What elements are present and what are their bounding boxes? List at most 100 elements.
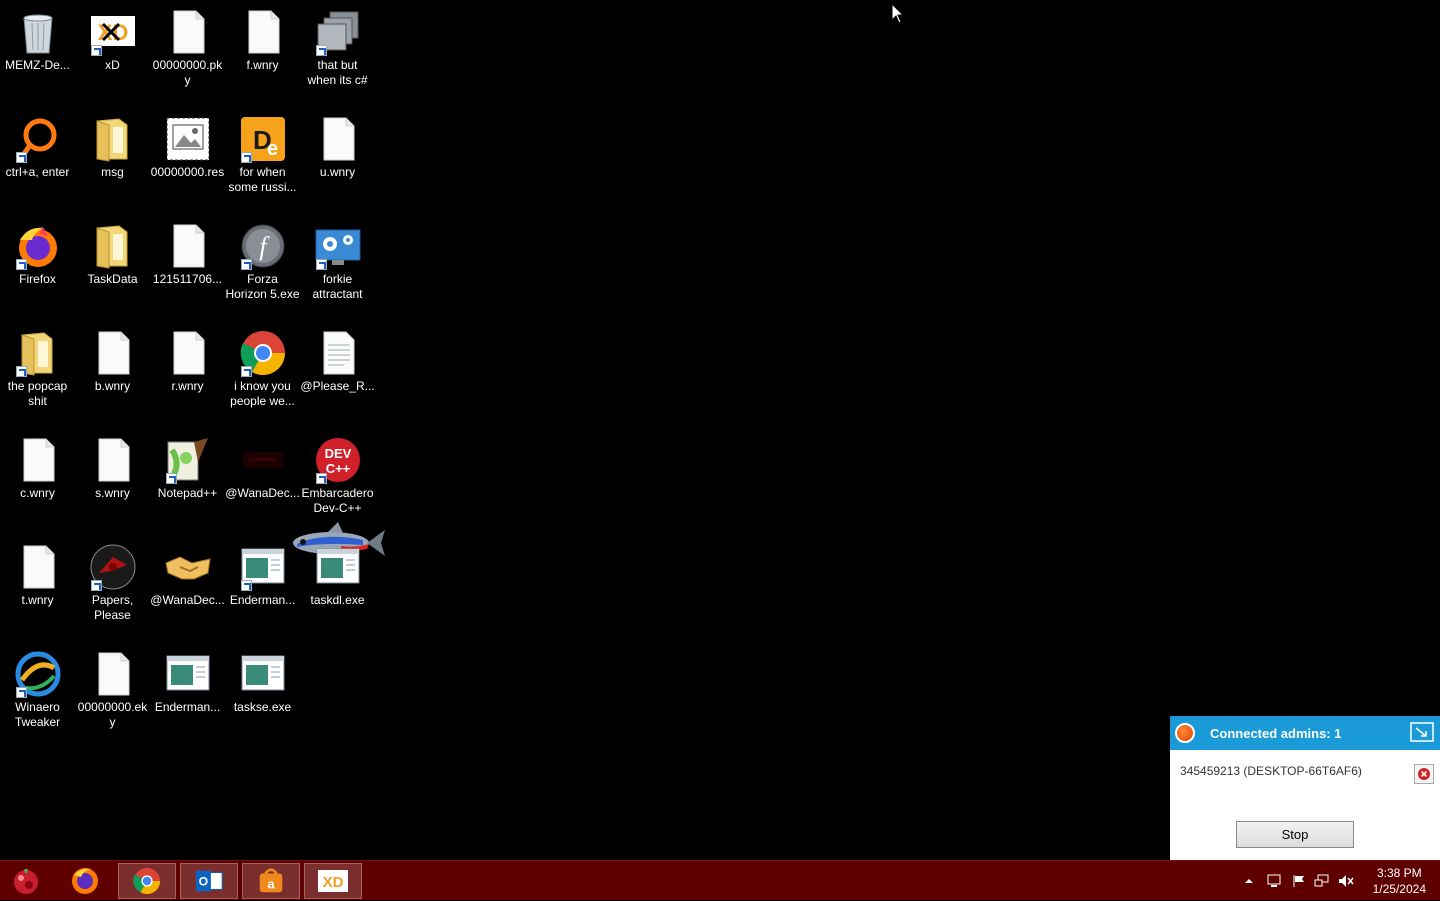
- image-file-icon: [164, 115, 212, 163]
- desktop-icon[interactable]: De for when some russi...: [225, 107, 300, 214]
- folder-icon: [14, 329, 62, 377]
- desktop-icon[interactable]: 00000000.pky: [150, 0, 225, 107]
- desktop-icon[interactable]: forkie attractant: [300, 214, 375, 321]
- clock-time: 3:38 PM: [1376, 866, 1422, 880]
- tray-network-card-icon[interactable]: [1264, 861, 1284, 901]
- panel-title: Connected admins: 1: [1210, 725, 1342, 741]
- desktop-icon-label: taskdl.exe: [310, 593, 365, 607]
- show-hidden-icons-button[interactable]: [1241, 861, 1257, 901]
- desktop-icon[interactable]: taskse.exe: [225, 642, 300, 749]
- start-orb-icon: [14, 869, 38, 894]
- text-file-icon: [314, 329, 362, 377]
- desktop-icon[interactable]: f.wnry: [225, 0, 300, 107]
- taskbar-xd-button[interactable]: XD: [304, 863, 362, 899]
- desktop-icon[interactable]: b.wnry: [75, 321, 150, 428]
- svg-text:C++: C++: [325, 461, 350, 476]
- shortcut-arrow-icon: [15, 152, 27, 163]
- exe-window-icon: [164, 650, 212, 698]
- firefox-icon: [14, 222, 62, 270]
- exe-window-icon: [239, 650, 287, 698]
- desktop-icon[interactable]: Winaero Tweaker: [0, 642, 75, 749]
- desktop-icon[interactable]: DEV C++ Embarcadero Dev-C++: [300, 428, 375, 535]
- xd-icon: XD: [89, 8, 137, 56]
- status-dot-icon: [1175, 723, 1195, 743]
- desktop-icon-label: 00000000.res: [150, 165, 225, 179]
- desktop-icon[interactable]: taskdl.exe: [300, 535, 375, 642]
- desktop-icon[interactable]: t.wnry: [0, 535, 75, 642]
- desktop-icon[interactable]: MEMZ-De...: [0, 0, 75, 107]
- devcpp-icon: DEV C++: [314, 436, 362, 484]
- winaero-icon: [14, 650, 62, 698]
- session-row: 345459213 (DESKTOP-66T6AF6): [1170, 750, 1440, 800]
- installer-icon: a: [259, 868, 283, 893]
- svg-text:DEV: DEV: [324, 446, 351, 461]
- desktop-icon[interactable]: 121511706...: [150, 214, 225, 321]
- desktop-icon[interactable]: the popcap shit: [0, 321, 75, 428]
- desktop-icon[interactable]: @Please_R...: [300, 321, 375, 428]
- desktop-icon[interactable]: Firefox: [0, 214, 75, 321]
- xd-icon: XD: [318, 870, 348, 892]
- desktop-icon[interactable]: 00000000.eky: [75, 642, 150, 749]
- folder-icon: [89, 222, 137, 270]
- stop-button[interactable]: Stop: [1236, 821, 1354, 848]
- file-icon: [314, 115, 362, 163]
- system-clock[interactable]: 3:38 PM 1/25/2024: [1373, 865, 1426, 897]
- file-icon: [89, 329, 137, 377]
- chevron-up-icon: [1245, 879, 1253, 883]
- desktop-icon[interactable]: Enderman...: [150, 642, 225, 749]
- desktop-icon[interactable]: that but when its c#: [300, 0, 375, 107]
- device-icon: [1267, 874, 1281, 887]
- desktop-icon[interactable]: TaskData: [75, 214, 150, 321]
- desktop-icon-label: f.wnry: [246, 58, 279, 72]
- desktop-icon-label: Winaero Tweaker: [14, 700, 61, 729]
- desktop-icon-label: c.wnry: [20, 486, 55, 500]
- svg-text:XD: XD: [323, 874, 344, 891]
- shortcut-arrow-icon: [90, 580, 102, 591]
- close-icon: [1418, 768, 1430, 780]
- desktop-icon[interactable]: @WanaDec...: [150, 535, 225, 642]
- chrome-icon: [239, 329, 287, 377]
- desktop-icon[interactable]: Enderman...: [225, 535, 300, 642]
- flash-icon: f: [239, 222, 287, 270]
- desktop-icon[interactable]: Notepad++: [150, 428, 225, 535]
- desktop-icon[interactable]: r.wnry: [150, 321, 225, 428]
- desktop-icon[interactable]: msg: [75, 107, 150, 214]
- recycle-bin-icon: [14, 8, 62, 56]
- desktop-icon[interactable]: XD xD: [75, 0, 150, 107]
- start-button[interactable]: [4, 863, 48, 899]
- shortcut-arrow-icon: [315, 259, 327, 270]
- desktop-icon[interactable]: ctrl+a, enter: [0, 107, 75, 214]
- tray-volume-icon[interactable]: [1336, 861, 1356, 901]
- desktop-icon[interactable]: c.wnry: [0, 428, 75, 535]
- desktop-icon[interactable]: i know you people we...: [225, 321, 300, 428]
- expand-window-icon[interactable]: [1410, 722, 1434, 742]
- file-icon: [164, 329, 212, 377]
- shortcut-arrow-icon: [90, 45, 102, 56]
- file-icon: [164, 222, 212, 270]
- clock-date: 1/25/2024: [1372, 882, 1426, 896]
- desktop-icon-label: @Please_R...: [300, 379, 375, 393]
- desktop-icon[interactable]: Papers, Please: [75, 535, 150, 642]
- desktop-icon[interactable]: s.wnry: [75, 428, 150, 535]
- exe-window-icon: [239, 543, 287, 591]
- desktop-icon-label: 00000000.pky: [152, 58, 223, 87]
- tray-network-icon[interactable]: [1312, 861, 1332, 901]
- file-icon: [89, 436, 137, 484]
- taskbar-installer-button[interactable]: a: [242, 863, 300, 899]
- taskbar-outlook-button[interactable]: O: [180, 863, 238, 899]
- desktop-icon-label: that but when its c#: [307, 58, 368, 87]
- tray-flag-icon[interactable]: [1289, 861, 1309, 901]
- desktop-icon[interactable]: 00000000.res: [150, 107, 225, 214]
- taskbar-firefox-button[interactable]: [56, 863, 114, 899]
- firefox-icon: [72, 868, 98, 894]
- file-icon: [89, 650, 137, 698]
- disconnect-button[interactable]: [1414, 764, 1434, 784]
- taskbar-chrome-button[interactable]: [118, 863, 176, 899]
- network-icon: [1314, 874, 1329, 887]
- svg-text:O: O: [199, 875, 208, 889]
- desktop-icon[interactable]: f Forza Horizon 5.exe: [225, 214, 300, 321]
- desktop-icon-label: b.wnry: [94, 379, 131, 393]
- desktop-icon[interactable]: @WanaDec...: [225, 428, 300, 535]
- desktop-icon-label: Firefox: [19, 272, 56, 286]
- desktop-icon[interactable]: u.wnry: [300, 107, 375, 214]
